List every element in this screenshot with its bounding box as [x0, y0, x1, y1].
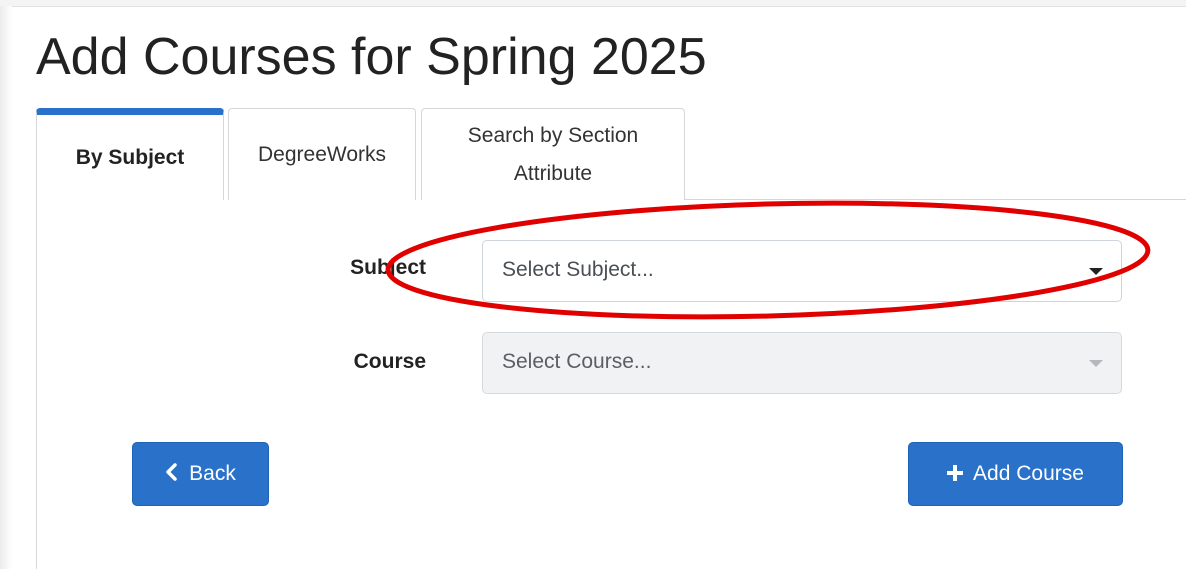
add-course-button-label: Add Course [973, 462, 1084, 485]
panel-border [36, 199, 37, 569]
left-shadow [0, 6, 12, 569]
tab-label: Search by Section Attribute [467, 123, 639, 185]
top-border [0, 0, 1186, 7]
page-title: Add Courses for Spring 2025 [36, 28, 707, 86]
tab-baseline [685, 199, 1186, 200]
tab-label: DegreeWorks [258, 142, 386, 166]
back-button-label: Back [189, 462, 236, 485]
subject-label: Subject [350, 256, 426, 279]
caret-down-icon [1089, 268, 1103, 275]
course-label: Course [353, 350, 426, 373]
add-course-button[interactable]: Add Course [908, 442, 1123, 506]
back-button[interactable]: Back [132, 442, 269, 506]
caret-down-icon [1089, 360, 1103, 367]
tab-by-subject[interactable]: By Subject [36, 108, 224, 200]
tab-degreeworks[interactable]: DegreeWorks [228, 108, 416, 200]
tab-label: By Subject [75, 145, 185, 169]
chevron-left-icon [165, 463, 179, 485]
subject-select[interactable]: Select Subject... [482, 240, 1122, 302]
plus-icon [947, 463, 964, 485]
tab-search-by-section-attribute[interactable]: Search by Section Attribute [421, 108, 685, 200]
course-select[interactable]: Select Course... [482, 332, 1122, 394]
subject-select-placeholder: Select Subject... [502, 258, 654, 281]
course-select-placeholder: Select Course... [502, 350, 652, 373]
add-courses-page: Add Courses for Spring 2025 By Subject D… [0, 0, 1186, 569]
